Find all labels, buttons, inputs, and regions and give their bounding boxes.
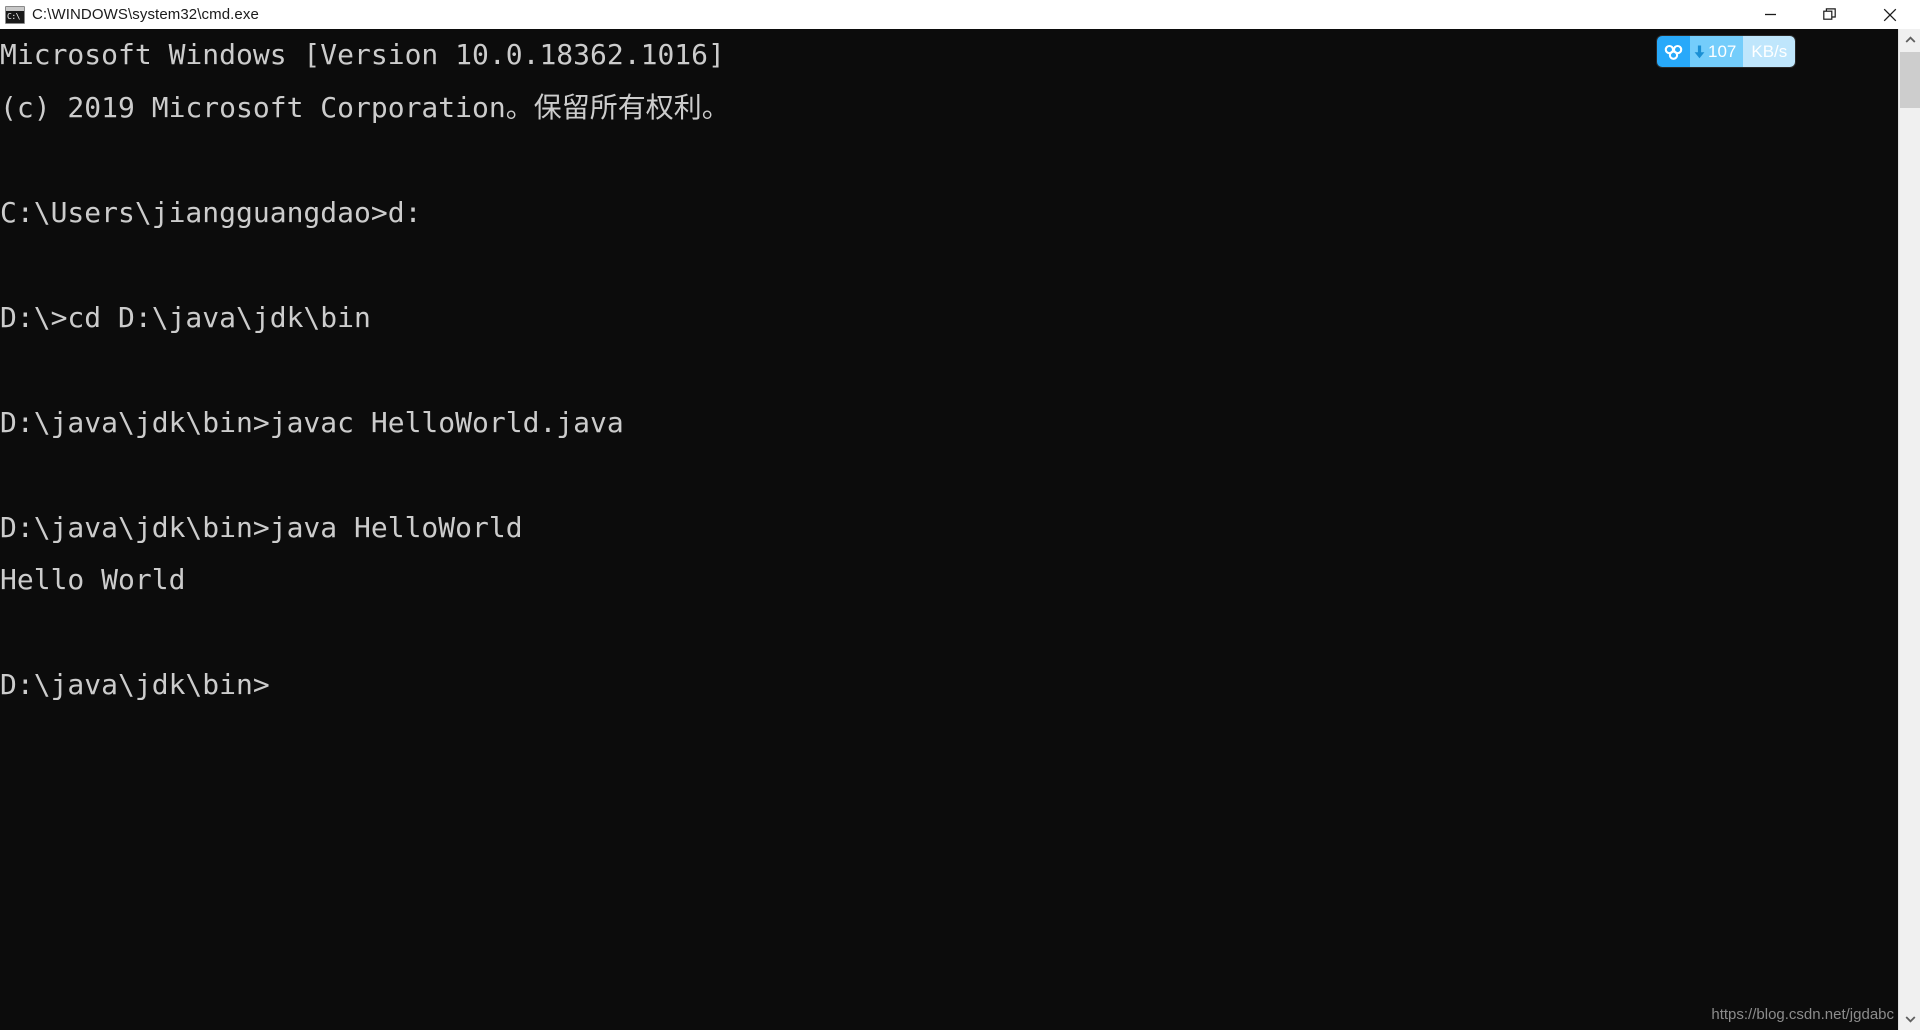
console-line: D:\java\jdk\bin>javac HelloWorld.java <box>0 405 624 439</box>
network-speed-value: 107 <box>1708 42 1737 61</box>
console-output-area[interactable]: Microsoft Windows [Version 10.0.18362.10… <box>0 29 1898 1030</box>
title-bar[interactable]: C:\ C:\WINDOWS\system32\cmd.exe <box>0 0 1920 29</box>
console-line: Microsoft Windows [Version 10.0.18362.10… <box>0 38 725 71</box>
network-rate-group: 107 <box>1690 36 1744 67</box>
chevron-down-icon <box>1905 1016 1915 1023</box>
console-line: Hello World <box>0 563 186 596</box>
scrollbar-down-button[interactable] <box>1899 1008 1920 1030</box>
scrollbar-thumb[interactable] <box>1900 52 1920 108</box>
cmd-icon-prompt-text: C:\ <box>7 11 20 21</box>
minimize-icon <box>1764 13 1776 16</box>
chevron-up-icon <box>1905 36 1915 43</box>
watermark-url: https://blog.csdn.net/jgdabc <box>1711 1006 1894 1023</box>
restore-icon <box>1823 7 1836 20</box>
window-title: C:\WINDOWS\system32\cmd.exe <box>32 6 259 23</box>
close-button[interactable] <box>1860 0 1920 29</box>
scrollbar-up-button[interactable] <box>1899 29 1920 51</box>
vertical-scrollbar[interactable] <box>1898 29 1920 1030</box>
download-arrow-icon <box>1694 45 1705 58</box>
console-line: (c) 2019 Microsoft Corporation。保留所有权利。 <box>0 90 730 124</box>
console-line: D:\>cd D:\java\jdk\bin <box>0 300 371 334</box>
console-text: Microsoft Windows [Version 10.0.18362.10… <box>0 29 730 712</box>
window-controls <box>1740 0 1920 29</box>
console-line: D:\java\jdk\bin> <box>0 668 270 701</box>
network-speed-badge[interactable]: 107 KB/s <box>1657 36 1796 67</box>
cmd-window: C:\ C:\WINDOWS\system32\cmd.exe Microsof… <box>0 0 1920 1030</box>
minimize-button[interactable] <box>1740 0 1800 29</box>
console-line: D:\java\jdk\bin>java HelloWorld <box>0 510 523 544</box>
restore-button[interactable] <box>1800 0 1860 29</box>
baidu-netdisk-cloud-icon <box>1657 36 1690 67</box>
cmd-console-icon: C:\ <box>5 5 25 24</box>
network-speed-unit: KB/s <box>1743 36 1796 67</box>
title-bar-left: C:\ C:\WINDOWS\system32\cmd.exe <box>0 5 1740 24</box>
console-line: C:\Users\jiangguangdao>d: <box>0 195 422 229</box>
close-icon <box>1883 8 1897 21</box>
